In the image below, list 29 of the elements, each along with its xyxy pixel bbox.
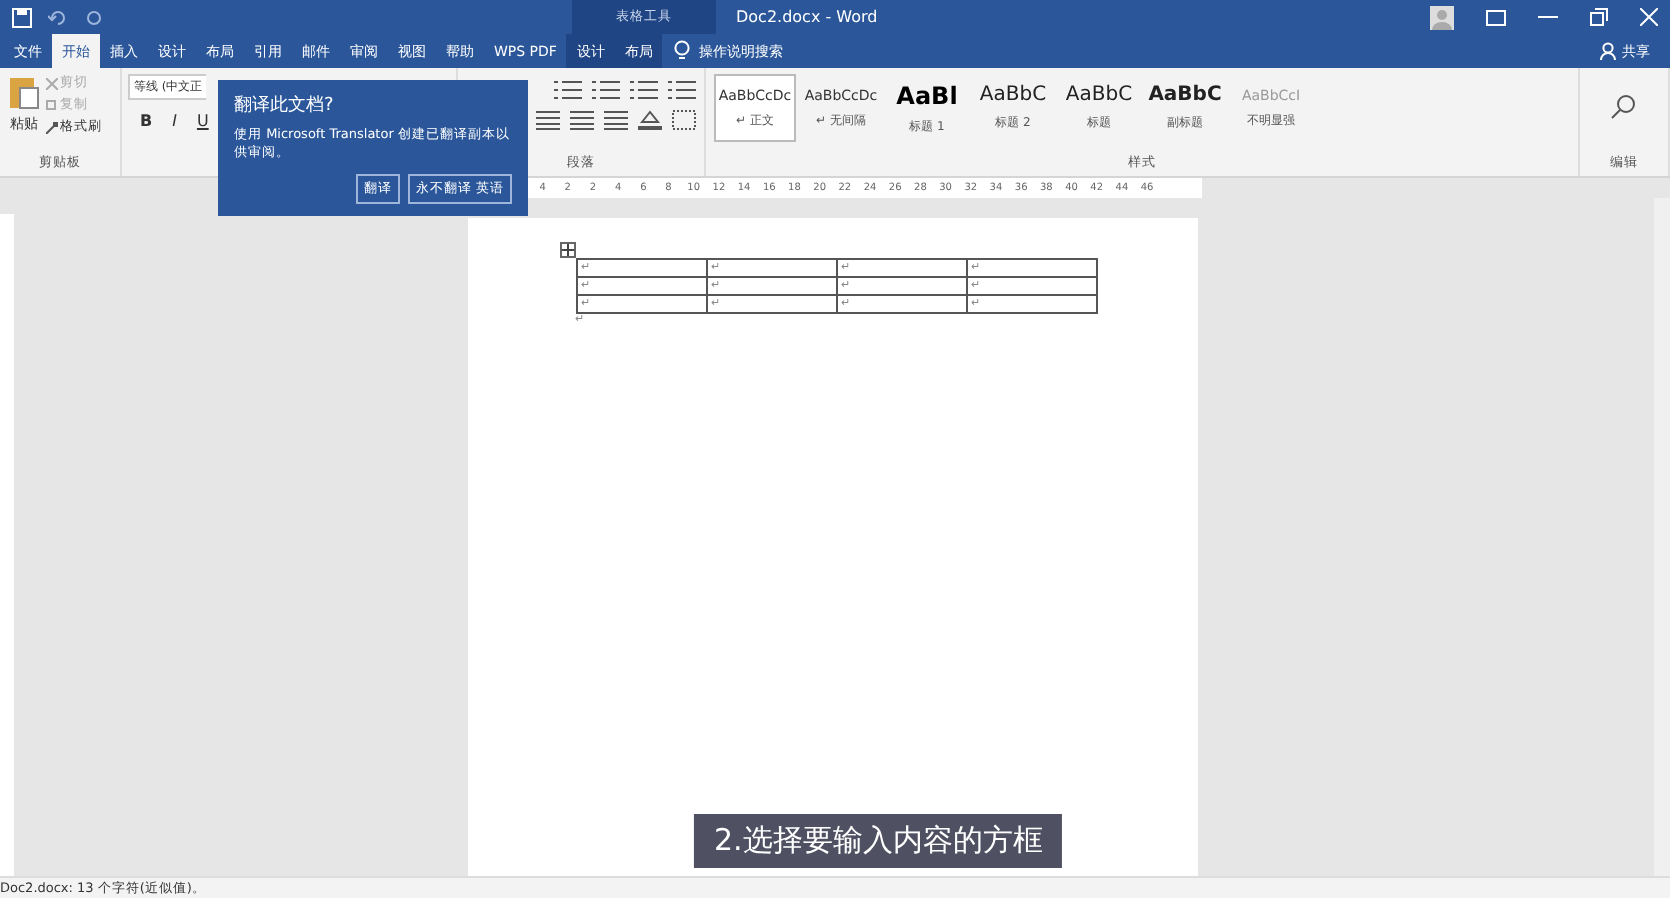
minimize-icon[interactable] — [1538, 15, 1558, 19]
search-icon[interactable] — [1610, 92, 1638, 120]
copy-icon — [46, 99, 58, 111]
align-icon[interactable] — [536, 110, 560, 130]
italic-button[interactable]: I — [172, 112, 177, 130]
shading-icon[interactable] — [638, 110, 662, 130]
avatar-icon — [1430, 5, 1454, 29]
list-icon[interactable] — [630, 80, 658, 100]
list-icon[interactable] — [554, 80, 582, 100]
brush-icon — [46, 121, 58, 133]
list-icon[interactable] — [592, 80, 620, 100]
restore-icon[interactable] — [1590, 8, 1608, 26]
window-title: Doc2.docx - Word — [736, 8, 880, 26]
align-icon[interactable] — [604, 110, 628, 130]
person-icon — [1600, 42, 1616, 60]
undo-icon[interactable] — [48, 7, 68, 27]
underline-button[interactable]: U — [196, 112, 209, 130]
border-icon[interactable] — [672, 110, 696, 130]
scissors-icon — [46, 77, 58, 89]
close-icon[interactable] — [1640, 8, 1658, 26]
popup-title: 翻译此文档? — [234, 93, 336, 118]
table-move-handle-icon[interactable] — [559, 242, 575, 258]
align-icon[interactable] — [570, 110, 594, 130]
list-icon[interactable] — [668, 80, 696, 100]
clipboard-icon — [8, 74, 40, 110]
bold-button[interactable]: B — [140, 112, 153, 130]
video-caption: 2.选择要输入内容的方框 — [693, 814, 1063, 868]
save-icon[interactable] — [12, 7, 32, 27]
lightbulb-icon — [674, 40, 691, 62]
